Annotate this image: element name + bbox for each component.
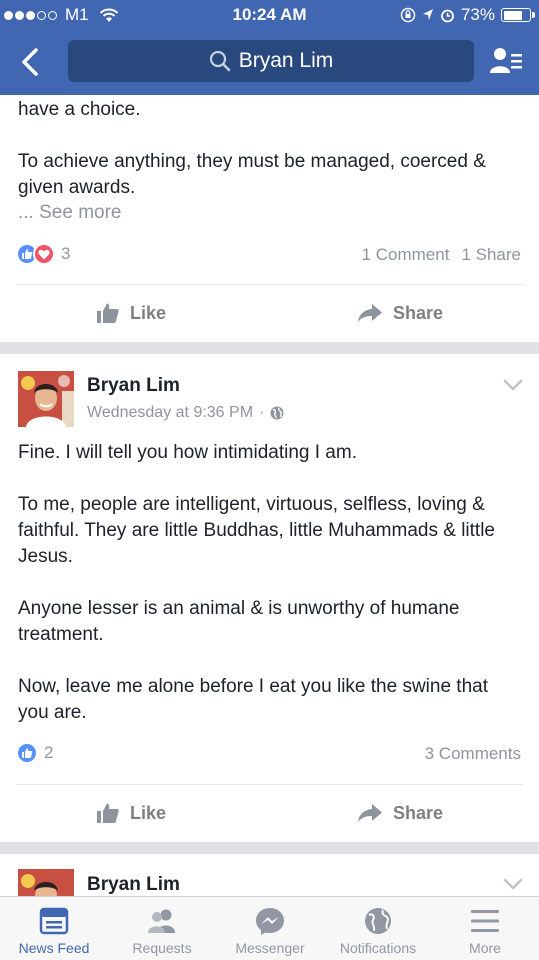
post-paragraph: Fine. I will tell you how intimidating I… bbox=[18, 442, 357, 463]
search-query: Bryan Lim bbox=[238, 49, 334, 72]
navigation-bar: Bryan Lim bbox=[0, 30, 539, 95]
post-actions: Like Share bbox=[0, 285, 539, 341]
tab-requests[interactable]: Requests bbox=[108, 897, 216, 960]
share-arrow-icon bbox=[358, 804, 382, 822]
post-options-chevron-icon[interactable] bbox=[503, 878, 523, 890]
bottom-tab-bar: News Feed Requests Messenger Notificatio… bbox=[0, 896, 539, 960]
battery-icon bbox=[501, 8, 535, 22]
share-button[interactable]: Share bbox=[357, 285, 443, 341]
post-text: Fine. I will tell you how intimidating I… bbox=[18, 440, 523, 726]
tab-messenger[interactable]: Messenger bbox=[216, 897, 324, 960]
location-icon bbox=[422, 9, 433, 20]
post-author[interactable]: Bryan Lim bbox=[87, 375, 180, 397]
avatar[interactable] bbox=[18, 371, 74, 427]
share-label: Share bbox=[393, 802, 444, 823]
comment-count-link[interactable]: 3 Comments bbox=[425, 744, 521, 764]
post-card: Bryan Lim Wednesday at 9:36 PM · Fine. I… bbox=[0, 354, 539, 842]
share-label: Share bbox=[393, 302, 444, 323]
meta-separator: · bbox=[259, 404, 265, 421]
thumbs-up-icon bbox=[97, 303, 119, 323]
tab-label: Requests bbox=[132, 940, 192, 956]
post-actions: Like Share bbox=[0, 785, 539, 841]
messenger-icon bbox=[256, 908, 284, 935]
battery-percent: 73% bbox=[460, 5, 495, 24]
profile-photo bbox=[18, 371, 74, 427]
tab-more[interactable]: More bbox=[431, 897, 539, 960]
share-arrow-icon bbox=[358, 304, 382, 322]
reaction-summary[interactable]: 2 bbox=[16, 742, 53, 764]
post-text: have a choice. To achieve anything, they… bbox=[18, 97, 523, 201]
see-more-link[interactable]: ... See more bbox=[18, 202, 122, 224]
comment-count-link[interactable]: 1 Comment bbox=[362, 245, 450, 265]
post-meta: Wednesday at 9:36 PM · bbox=[87, 404, 284, 422]
alarm-icon bbox=[441, 9, 454, 22]
like-button[interactable]: Like bbox=[96, 285, 166, 341]
love-reaction-icon bbox=[33, 243, 55, 265]
top-bar: M1 10:24 AM 73% Bryan Lim bbox=[0, 0, 539, 95]
tab-news-feed[interactable]: News Feed bbox=[0, 897, 108, 960]
friend-requests-icon bbox=[148, 909, 175, 933]
post-timestamp[interactable]: Wednesday at 9:36 PM bbox=[87, 404, 253, 422]
status-bar: M1 10:24 AM 73% bbox=[0, 0, 539, 30]
reaction-summary[interactable]: 3 bbox=[16, 243, 70, 265]
menu-icon bbox=[471, 910, 499, 932]
post-line: have a choice. bbox=[18, 99, 141, 120]
profile-photo bbox=[18, 869, 74, 896]
engagement-counts: 3 Comments bbox=[425, 744, 521, 764]
like-label: Like bbox=[130, 302, 167, 323]
tab-label: Messenger bbox=[235, 940, 305, 956]
share-button[interactable]: Share bbox=[357, 785, 443, 841]
like-reaction-icon bbox=[16, 742, 38, 764]
like-label: Like bbox=[130, 802, 167, 823]
avatar[interactable] bbox=[18, 869, 74, 896]
post-line: To achieve anything, they must be manage… bbox=[18, 151, 486, 198]
tab-label: Notifications bbox=[339, 940, 417, 956]
post-card: have a choice. To achieve anything, they… bbox=[0, 95, 539, 342]
like-button[interactable]: Like bbox=[96, 785, 166, 841]
globe-privacy-icon bbox=[270, 406, 284, 420]
post-card: Bryan Lim bbox=[0, 854, 539, 896]
tab-notifications[interactable]: Notifications bbox=[324, 897, 432, 960]
battery-level bbox=[503, 10, 522, 20]
back-icon[interactable] bbox=[16, 46, 46, 78]
post-paragraph: Now, leave me alone before I eat you lik… bbox=[18, 676, 488, 723]
status-right: 73% bbox=[400, 5, 535, 25]
search-icon bbox=[209, 50, 230, 72]
news-feed-icon bbox=[39, 907, 69, 935]
thumbs-up-icon bbox=[97, 803, 119, 823]
post-paragraph: To me, people are intelligent, virtuous,… bbox=[18, 494, 495, 567]
post-paragraph: Anyone lesser is an animal & is unworthy… bbox=[18, 598, 460, 645]
post-author[interactable]: Bryan Lim bbox=[87, 874, 180, 896]
globe-icon bbox=[365, 908, 391, 934]
friends-list-icon[interactable] bbox=[489, 46, 523, 76]
engagement-counts: 1 Comment 1 Share bbox=[362, 245, 521, 265]
reaction-count: 3 bbox=[61, 244, 71, 263]
tab-label: More bbox=[469, 940, 501, 956]
search-field[interactable]: Bryan Lim bbox=[68, 40, 474, 82]
post-options-chevron-icon[interactable] bbox=[503, 379, 523, 391]
share-count-link[interactable]: 1 Share bbox=[461, 245, 521, 265]
rotation-lock-icon bbox=[400, 7, 416, 23]
reaction-count: 2 bbox=[44, 743, 54, 762]
tab-label: News Feed bbox=[18, 940, 90, 956]
